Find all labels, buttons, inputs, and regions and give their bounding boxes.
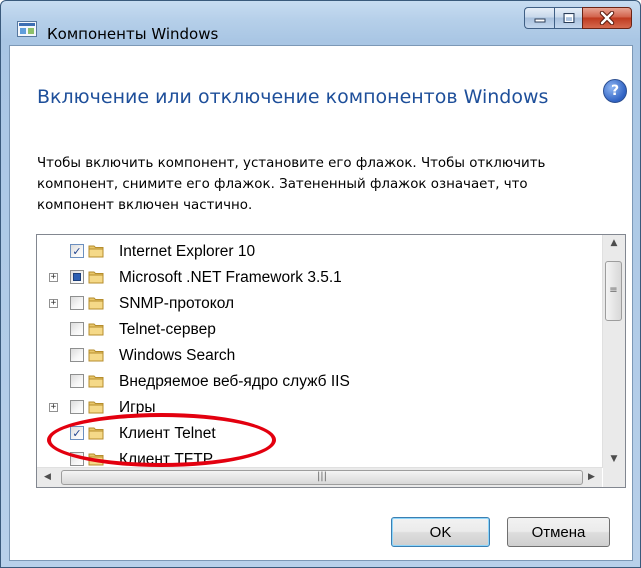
vertical-scroll-thumb[interactable]: ≡ (605, 261, 622, 321)
folder-icon (88, 323, 104, 336)
help-icon[interactable]: ? (603, 79, 627, 103)
caption-buttons (524, 7, 632, 29)
feature-label: Telnet-сервер (119, 321, 216, 338)
windows-features-icon (17, 21, 37, 37)
folder-icon (88, 375, 104, 388)
close-button[interactable] (582, 7, 632, 29)
expand-plus-icon[interactable]: + (49, 403, 58, 412)
red-highlight-ellipse (47, 413, 276, 467)
feature-label: Internet Explorer 10 (119, 243, 256, 260)
checkmark-icon: ✓ (72, 244, 82, 258)
scroll-right-arrow-icon[interactable]: ▶ (583, 468, 600, 487)
folder-icon (88, 271, 104, 284)
feature-row[interactable]: + SNMP-протокол (37, 291, 602, 317)
dialog-description: Чтобы включить компонент, установите его… (37, 156, 546, 213)
maximize-button[interactable] (554, 7, 582, 29)
minimize-icon (534, 18, 545, 23)
scroll-down-arrow-icon[interactable]: ▼ (603, 451, 625, 468)
feature-checkbox[interactable] (70, 296, 84, 310)
partial-check-icon (73, 273, 81, 281)
window-title: Компоненты Windows (47, 25, 219, 43)
folder-icon (88, 245, 104, 258)
feature-row[interactable]: + Microsoft .NET Framework 3.5.1 (37, 265, 602, 291)
feature-row[interactable]: ✓ Internet Explorer 10 (37, 239, 602, 265)
feature-row[interactable]: Windows Search (37, 343, 602, 369)
dialog-heading: Включение или отключение компонентов Win… (37, 86, 549, 108)
feature-checkbox[interactable] (70, 322, 84, 336)
feature-row[interactable]: Telnet-сервер (37, 317, 602, 343)
dialog-content: Включение или отключение компонентов Win… (9, 45, 633, 561)
folder-icon (88, 349, 104, 362)
horizontal-scroll-thumb[interactable]: ||| (61, 470, 583, 485)
cancel-button[interactable]: Отмена (507, 517, 610, 547)
feature-label: SNMP-протокол (119, 295, 235, 312)
scroll-up-arrow-icon[interactable]: ▲ (603, 235, 625, 252)
expand-plus-icon[interactable]: + (49, 273, 58, 282)
folder-icon (88, 401, 104, 414)
maximize-icon (563, 13, 574, 23)
feature-label: Microsoft .NET Framework 3.5.1 (119, 269, 342, 286)
horizontal-scrollbar[interactable]: ◀ ||| ▶ (37, 467, 602, 487)
dialog-window: Компоненты Windows Включение или отключе… (0, 0, 641, 568)
feature-checkbox[interactable] (70, 348, 84, 362)
ok-button[interactable]: OK (391, 517, 490, 547)
expand-plus-icon[interactable]: + (49, 299, 58, 308)
vertical-scrollbar[interactable]: ▲ ≡ ▼ (602, 235, 625, 468)
feature-checkbox[interactable]: ✓ (70, 244, 84, 258)
scrollbar-corner (603, 468, 625, 487)
feature-label: Внедряемое веб-ядро служб IIS (119, 373, 350, 390)
feature-checkbox[interactable] (70, 400, 84, 414)
feature-row[interactable]: Внедряемое веб-ядро служб IIS (37, 369, 602, 395)
folder-icon (88, 297, 104, 310)
feature-checkbox[interactable] (70, 270, 84, 284)
title-bar[interactable]: Компоненты Windows (1, 1, 640, 45)
minimize-button[interactable] (524, 7, 554, 29)
feature-checkbox[interactable] (70, 374, 84, 388)
close-icon (599, 11, 615, 25)
scroll-left-arrow-icon[interactable]: ◀ (39, 468, 56, 487)
feature-label: Windows Search (119, 347, 236, 364)
